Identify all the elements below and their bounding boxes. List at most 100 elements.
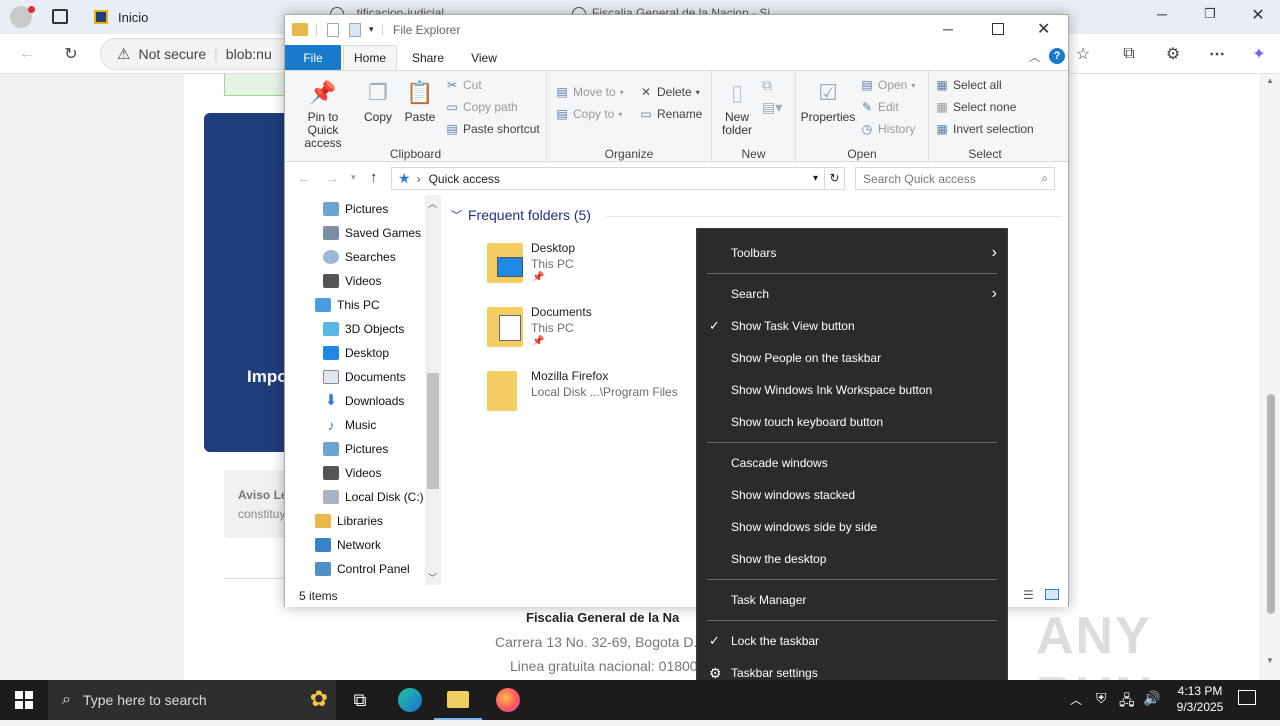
network-icon[interactable]: 🖧 (1119, 690, 1135, 714)
nav-item-local-disk[interactable]: Local Disk (C:) (323, 485, 424, 509)
menu-item-search[interactable]: Search › (697, 278, 1007, 310)
copy-button[interactable]: ❐ Copy (361, 77, 395, 124)
menu-item-toolbars[interactable]: Toolbars › (697, 237, 1007, 269)
address-bar[interactable]: ⚠ Not secure | blob:nu (100, 38, 300, 70)
minimize-button[interactable]: ─ (1150, 6, 1174, 26)
favorite-star-icon[interactable]: ☆ (1068, 39, 1098, 69)
search-input[interactable]: Search Quick access ⌕ (855, 167, 1055, 190)
up-arrow-icon[interactable]: ↑ (370, 169, 378, 186)
collections-icon[interactable]: ⧉ (1114, 39, 1144, 69)
cut-button[interactable]: ✂ Cut (445, 78, 482, 92)
new-folder-button[interactable]: ▯ New folder (716, 77, 758, 137)
tab-view[interactable]: View (457, 45, 511, 70)
nav-item-desktop[interactable]: Desktop (323, 341, 389, 365)
paste-shortcut-button[interactable]: ▤ Paste shortcut (445, 122, 539, 136)
forward-arrow-icon[interactable]: → (325, 170, 339, 186)
nav-item-control-panel[interactable]: Control Panel (315, 557, 410, 581)
address-field[interactable]: ★ › Quick access ▾ (391, 167, 825, 190)
refresh-icon[interactable]: ↻ (56, 39, 86, 69)
taskbar-search-box[interactable]: ⌕ Type here to search ✿ (48, 680, 336, 720)
collapse-ribbon-icon[interactable]: ︿ (1029, 49, 1040, 65)
page-scrollbar[interactable]: ▲ ▼ (1262, 74, 1280, 680)
invert-selection-button[interactable]: ▦ Invert selection (935, 122, 1033, 136)
menu-item-cascade-windows[interactable]: Cascade windows (697, 447, 1007, 479)
help-icon[interactable]: ? (1049, 48, 1065, 64)
volume-icon[interactable]: 🔊 (1143, 690, 1160, 707)
nav-item-pictures-pc[interactable]: Pictures (323, 437, 388, 461)
nav-item-this-pc[interactable]: This PC (315, 293, 380, 317)
delete-button[interactable]: ✕ Delete ▾ (639, 85, 700, 99)
tab-actions-icon[interactable] (52, 9, 68, 24)
properties-icon[interactable] (327, 23, 339, 37)
menu-item-show-people[interactable]: Show People on the taskbar (697, 342, 1007, 374)
copilot-icon[interactable]: ✦ (1244, 39, 1274, 69)
minimize-button[interactable]: ─ (943, 21, 953, 37)
restore-button[interactable]: ❐ (1198, 6, 1222, 26)
easy-access-icon[interactable]: ▤▾ (762, 99, 782, 116)
scroll-thumb[interactable] (427, 373, 439, 489)
start-button[interactable] (0, 680, 48, 720)
properties-button[interactable]: ☑ Properties (800, 77, 856, 124)
paste-button[interactable]: 📋 Paste (401, 77, 439, 124)
nav-item-libraries[interactable]: Libraries (315, 509, 383, 533)
nav-item-pictures[interactable]: Pictures (323, 197, 388, 221)
close-button[interactable]: ✕ (1246, 5, 1270, 25)
maximize-button[interactable] (992, 23, 1004, 35)
nav-item-saved-games[interactable]: Saved Games (323, 221, 421, 245)
scroll-up-icon[interactable]: ▲ (1266, 76, 1274, 85)
tab-file[interactable]: File (285, 45, 341, 70)
tab-inicio[interactable]: Inicio (84, 4, 284, 30)
nav-item-downloads[interactable]: ⬇ Downloads (323, 389, 405, 413)
tab-share[interactable]: Share (401, 45, 455, 70)
menu-item-show-windows-stacked[interactable]: Show windows stacked (697, 479, 1007, 511)
nav-item-music[interactable]: ♪ Music (323, 413, 377, 437)
edge-browser-icon[interactable] (386, 680, 434, 720)
customize-qa-icon[interactable]: ▾ (369, 24, 374, 35)
menu-item-lock-taskbar[interactable]: ✓ Lock the taskbar (697, 625, 1007, 657)
new-folder-qa-icon[interactable] (349, 23, 361, 37)
address-dropdown-icon[interactable]: ▾ (813, 173, 818, 184)
menu-item-show-desktop[interactable]: Show the desktop (697, 543, 1007, 575)
notification-center-icon[interactable] (1238, 690, 1256, 705)
nav-item-videos[interactable]: Videos (323, 269, 381, 293)
security-icon[interactable]: ⛨ (1096, 690, 1107, 707)
nav-pane-scrollbar[interactable]: ︿ ﹀ (425, 195, 441, 585)
more-options-icon[interactable]: ⋯ (1202, 39, 1232, 69)
menu-item-side-by-side[interactable]: Show windows side by side (697, 511, 1007, 543)
copy-path-button[interactable]: ▭ Copy path (445, 100, 517, 114)
folder-item-desktop[interactable]: Desktop This PC 📌 (485, 239, 685, 295)
extensions-icon[interactable]: ⚙ (1158, 39, 1188, 69)
recent-locations-icon[interactable]: ▾ (351, 172, 356, 183)
history-button[interactable]: ◷ History (860, 122, 916, 136)
menu-item-show-ink-workspace[interactable]: Show Windows Ink Workspace button (697, 374, 1007, 406)
large-icons-view-icon[interactable] (1045, 589, 1059, 600)
rename-button[interactable]: ▭ Rename (639, 107, 702, 121)
select-all-button[interactable]: ▦ Select all (935, 78, 1001, 92)
file-explorer-taskbar-icon[interactable] (434, 680, 482, 720)
nav-item-videos-pc[interactable]: Videos (323, 461, 381, 485)
scroll-up-icon[interactable]: ︿ (428, 197, 437, 210)
close-button[interactable]: ✕ (1037, 19, 1050, 39)
firefox-icon[interactable] (484, 680, 532, 720)
nav-item-network[interactable]: Network (315, 533, 381, 557)
back-arrow-icon[interactable]: ← (12, 39, 42, 69)
new-item-icon[interactable]: ⧉ (762, 77, 772, 94)
menu-item-show-task-view[interactable]: ✓ Show Task View button (697, 310, 1007, 342)
scroll-thumb[interactable] (1267, 394, 1275, 614)
scroll-down-icon[interactable]: ﹀ (428, 571, 437, 584)
details-view-icon[interactable]: ☰ (1023, 588, 1034, 602)
frequent-folders-header[interactable]: ﹀ Frequent folders (5) (451, 207, 591, 223)
nav-item-documents[interactable]: Documents (323, 365, 406, 389)
refresh-icon[interactable]: ↻ (825, 167, 845, 190)
menu-item-task-manager[interactable]: Task Manager (697, 584, 1007, 616)
nav-item-searches[interactable]: Searches (323, 245, 396, 269)
show-hidden-icons[interactable]: ︿ (1070, 691, 1082, 708)
folder-item-documents[interactable]: Documents This PC 📌 (485, 303, 685, 359)
open-button[interactable]: ▤ Open ▾ (860, 78, 915, 92)
pin-quick-access-button[interactable]: 📌 Pin to Quick access (291, 77, 355, 150)
move-to-button[interactable]: ▤ Move to ▾ (555, 85, 623, 99)
system-clock[interactable]: 4:13 PM 9/3/2025 (1160, 683, 1240, 715)
select-none-button[interactable]: ▦ Select none (935, 100, 1016, 114)
back-arrow-icon[interactable]: ← (297, 170, 311, 186)
folder-item-mozilla-firefox[interactable]: Mozilla Firefox Local Disk ...\Program F… (485, 367, 705, 423)
